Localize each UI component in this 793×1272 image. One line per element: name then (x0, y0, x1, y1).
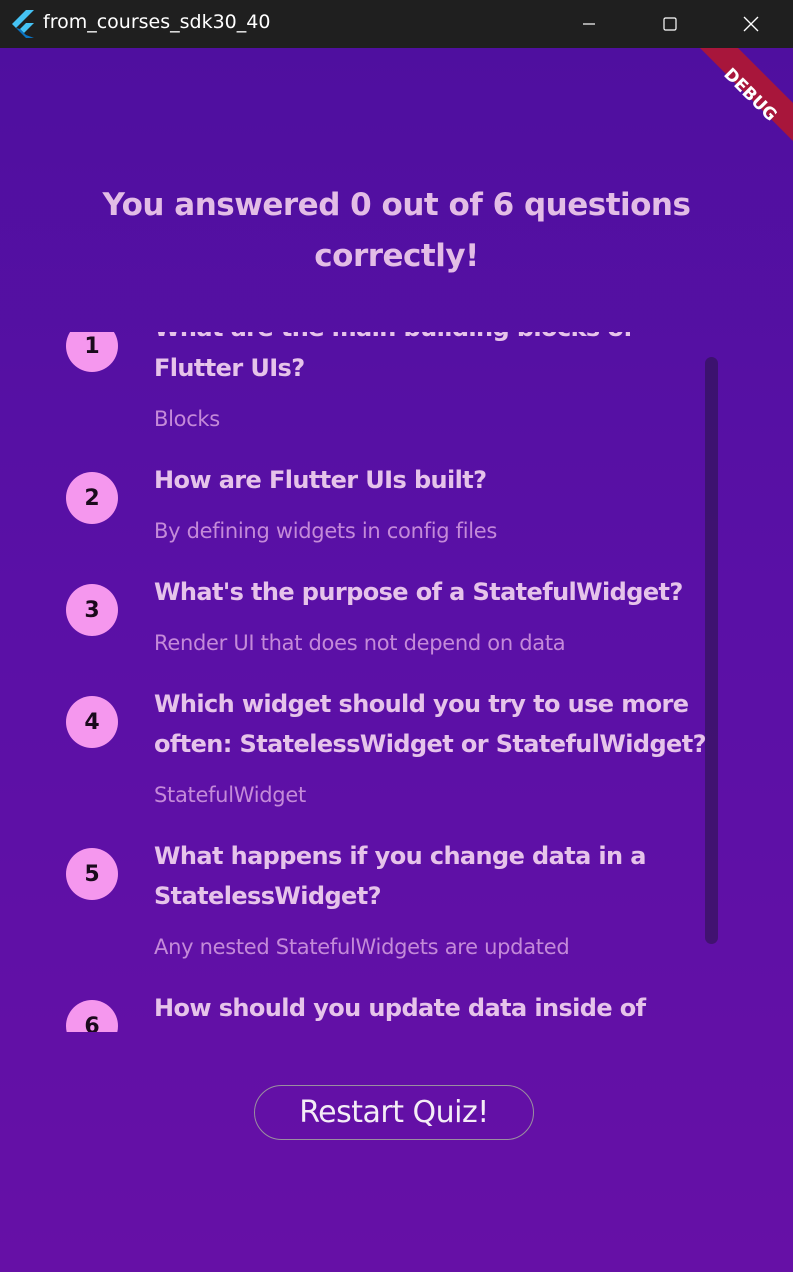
flutter-logo-icon (10, 10, 36, 38)
restart-quiz-button[interactable]: Restart Quiz! (254, 1085, 534, 1140)
question-text: What are the main building blocks of Flu… (154, 332, 634, 382)
question-text: Which widget should you try to use more … (154, 690, 707, 758)
user-answer-text: Render UI that does not depend on data (154, 631, 566, 655)
debug-banner-label: DEBUG (719, 64, 780, 125)
minimize-button[interactable] (557, 0, 621, 48)
result-item: 5 What happens if you change data in a S… (0, 836, 793, 988)
result-item: 1 What are the main building blocks of F… (0, 332, 793, 460)
results-list[interactable]: 1 What are the main building blocks of F… (0, 332, 793, 1032)
result-item: 6 How should you update data inside of (0, 988, 793, 1032)
user-answer-text: Any nested StatefulWidgets are updated (154, 935, 570, 959)
title-bar[interactable]: from_courses_sdk30_40 (0, 0, 793, 48)
close-button[interactable] (719, 0, 783, 48)
result-item: 3 What's the purpose of a StatefulWidget… (0, 572, 793, 684)
maximize-icon (663, 17, 677, 31)
question-text: What happens if you change data in a Sta… (154, 842, 647, 910)
question-text: How are Flutter UIs built? (154, 466, 487, 494)
results-scrollbar[interactable] (705, 357, 718, 944)
result-item: 2 How are Flutter UIs built? By defining… (0, 460, 793, 572)
close-icon (743, 16, 759, 32)
question-number-badge: 2 (66, 472, 118, 524)
user-answer-text: StatefulWidget (154, 783, 306, 807)
score-heading: You answered 0 out of 6 questions correc… (102, 187, 691, 274)
result-item: 4 Which widget should you try to use mor… (0, 684, 793, 836)
question-text: How should you update data inside of (154, 994, 646, 1022)
question-number-badge: 6 (66, 1000, 118, 1032)
question-number-badge: 1 (66, 332, 118, 372)
user-answer-text: By defining widgets in config files (154, 519, 498, 543)
question-number-badge: 4 (66, 696, 118, 748)
quiz-results-screen: DEBUG You answered 0 out of 6 questions … (0, 48, 793, 1272)
maximize-button[interactable] (638, 0, 702, 48)
question-number-badge: 3 (66, 584, 118, 636)
question-text: What's the purpose of a StatefulWidget? (154, 578, 683, 606)
minimize-icon (583, 23, 595, 25)
window-title: from_courses_sdk30_40 (43, 11, 271, 33)
user-answer-text: Blocks (154, 407, 220, 431)
question-number-badge: 5 (66, 848, 118, 900)
app-window: from_courses_sdk30_40 DEBUG You answered… (0, 0, 793, 1272)
